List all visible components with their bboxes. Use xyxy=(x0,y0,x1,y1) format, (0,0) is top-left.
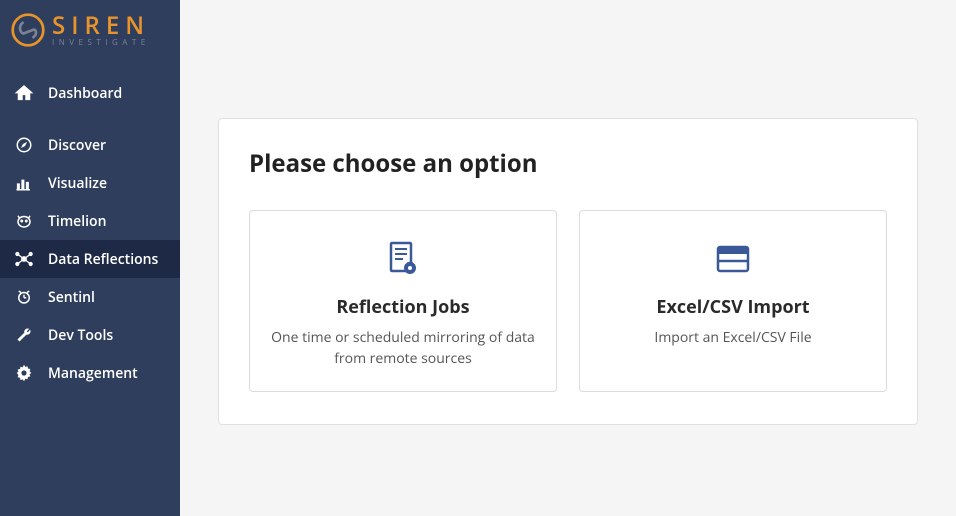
sidebar-item-label: Timelion xyxy=(48,212,106,231)
bar-chart-icon xyxy=(14,173,34,193)
sidebar-item-timelion[interactable]: Timelion xyxy=(0,202,180,240)
gear-icon xyxy=(14,363,34,383)
main-content: Please choose an option Reflection xyxy=(180,0,956,516)
sidebar-item-discover[interactable]: Discover xyxy=(0,126,180,164)
compass-icon xyxy=(14,135,34,155)
card-title: Excel/CSV Import xyxy=(598,295,868,319)
nav: Dashboard Discover Visualize Timelion Da xyxy=(0,68,180,516)
siren-logo-icon xyxy=(10,12,46,48)
sidebar-item-management[interactable]: Management xyxy=(0,354,180,392)
timelion-icon xyxy=(14,211,34,231)
alarm-icon xyxy=(14,287,34,307)
card-description: Import an Excel/CSV File xyxy=(598,327,868,348)
card-title: Reflection Jobs xyxy=(268,295,538,319)
sidebar-item-label: Dev Tools xyxy=(48,326,113,345)
card-description: One time or scheduled mirroring of data … xyxy=(268,327,538,369)
sidebar-item-label: Dashboard xyxy=(48,84,122,103)
brand-subtitle: INVESTIGATE xyxy=(52,39,150,47)
sidebar: SIREN INVESTIGATE Dashboard Discover Vis… xyxy=(0,0,180,516)
document-gear-icon xyxy=(268,237,538,281)
sidebar-item-dev-tools[interactable]: Dev Tools xyxy=(0,316,180,354)
brand-text: SIREN INVESTIGATE xyxy=(52,14,150,47)
brand-logo[interactable]: SIREN INVESTIGATE xyxy=(0,0,180,68)
card-excel-csv-import[interactable]: Excel/CSV Import Import an Excel/CSV Fil… xyxy=(579,210,887,392)
sidebar-item-label: Visualize xyxy=(48,174,107,193)
card-reflection-jobs[interactable]: Reflection Jobs One time or scheduled mi… xyxy=(249,210,557,392)
sidebar-item-label: Sentinl xyxy=(48,288,95,307)
data-reflections-icon xyxy=(14,249,34,269)
option-panel: Please choose an option Reflection xyxy=(218,118,918,425)
sidebar-item-data-reflections[interactable]: Data Reflections xyxy=(0,240,180,278)
sidebar-item-dashboard[interactable]: Dashboard xyxy=(0,68,180,118)
page-title: Please choose an option xyxy=(249,147,887,180)
sidebar-item-visualize[interactable]: Visualize xyxy=(0,164,180,202)
wrench-icon xyxy=(14,325,34,345)
sidebar-item-sentinl[interactable]: Sentinl xyxy=(0,278,180,316)
sidebar-item-label: Discover xyxy=(48,136,106,155)
brand-name: SIREN xyxy=(52,14,150,38)
home-icon xyxy=(14,83,34,103)
sidebar-item-label: Data Reflections xyxy=(48,250,158,269)
table-icon xyxy=(598,237,868,281)
cards-row: Reflection Jobs One time or scheduled mi… xyxy=(249,210,887,392)
sidebar-item-label: Management xyxy=(48,364,138,383)
